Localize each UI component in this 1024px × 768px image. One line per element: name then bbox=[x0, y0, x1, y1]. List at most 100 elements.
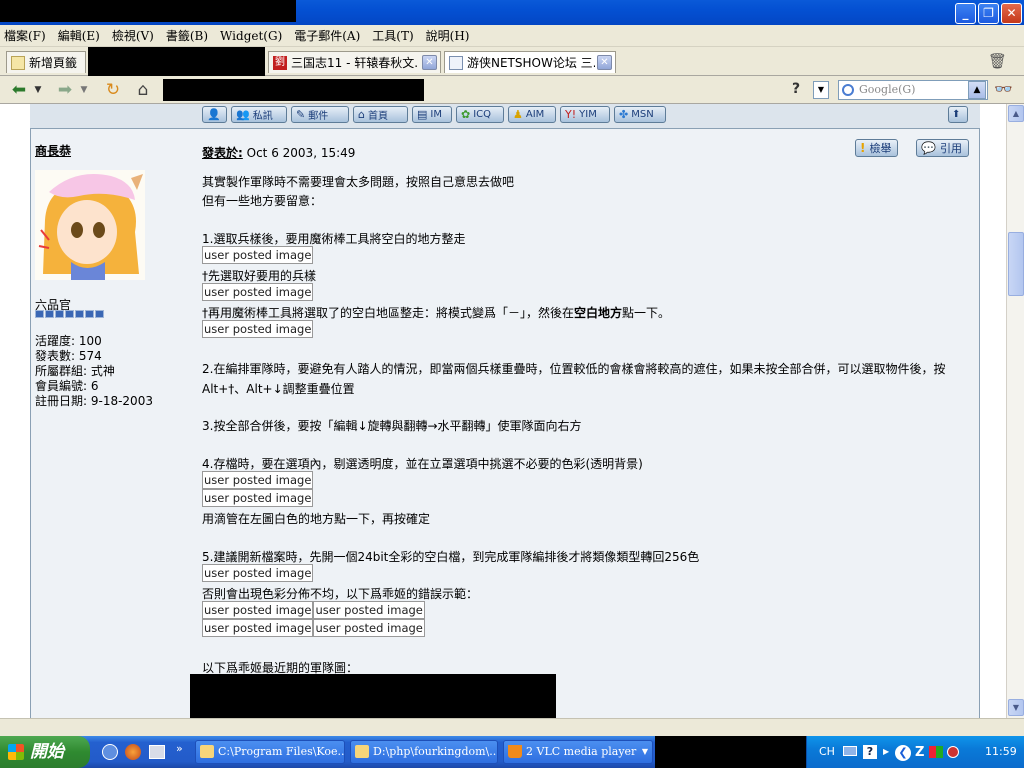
vlc-icon bbox=[508, 745, 522, 758]
rank-pip bbox=[75, 310, 84, 318]
posted-image[interactable]: user posted image bbox=[202, 320, 314, 338]
help-icon[interactable]: ? bbox=[786, 81, 806, 99]
aim-icon: ♟ bbox=[513, 108, 523, 121]
forward-arrow-icon[interactable]: ➡ bbox=[54, 79, 76, 101]
menu-file[interactable]: 檔案(F) bbox=[4, 27, 46, 44]
profile-button[interactable]: 👤 bbox=[202, 106, 227, 123]
taskbar-item-folder-php[interactable]: D:\php\fourkingdom\... bbox=[350, 740, 498, 764]
house-icon: ⌂ bbox=[358, 108, 365, 121]
close-tab-icon[interactable]: ✕ bbox=[422, 55, 437, 70]
vertical-scrollbar[interactable]: ▲ ▼ bbox=[1006, 104, 1024, 718]
rank-pip bbox=[55, 310, 64, 318]
close-button[interactable]: ✕ bbox=[1001, 3, 1022, 24]
up-arrow-icon: ⬆ bbox=[952, 109, 961, 120]
firefox-icon[interactable] bbox=[125, 744, 141, 760]
menu-bookmarks[interactable]: 書籤(B) bbox=[166, 27, 208, 44]
posted-image[interactable]: user posted image bbox=[202, 471, 314, 489]
app-tray-icon-2[interactable] bbox=[947, 746, 959, 758]
msn-label: MSN bbox=[631, 109, 654, 120]
email-button[interactable]: ✎ 郵件 bbox=[291, 106, 349, 123]
scroll-up-icon[interactable]: ▲ bbox=[1008, 105, 1024, 122]
back-circle-icon[interactable]: ❮ bbox=[895, 745, 911, 761]
tab-label: 三国志11 - 轩辕春秋文... bbox=[291, 56, 419, 70]
menu-tools[interactable]: 工具(T) bbox=[372, 27, 413, 44]
search-go-icon[interactable]: ▲ bbox=[968, 81, 986, 99]
tab-sanguozhi[interactable]: 劉 三国志11 - 轩辕春秋文... ✕ bbox=[268, 51, 441, 73]
homepage-button[interactable]: ⌂ 首頁 bbox=[353, 106, 408, 123]
im-icon: ▤ bbox=[417, 108, 428, 121]
glasses-icon[interactable]: 👓 bbox=[994, 80, 1013, 98]
navigation-bar: ⬅ ▼ ➡ ▼ ↻ ⌂ ? ▼ Google(G) ▲ 👓 bbox=[0, 76, 1024, 104]
desktop-icon[interactable] bbox=[149, 745, 165, 759]
posted-image[interactable]: user posted image bbox=[313, 619, 425, 637]
post-bold-text: 空白地方 bbox=[574, 306, 623, 320]
menu-help[interactable]: 說明(H) bbox=[426, 27, 470, 44]
back-arrow-icon[interactable]: ⬅ bbox=[8, 79, 30, 101]
icq-button[interactable]: ✿ ICQ bbox=[456, 106, 504, 123]
tab-new[interactable]: 新增頁籤 bbox=[6, 51, 86, 73]
scroll-thumb[interactable] bbox=[1008, 232, 1024, 296]
home-icon[interactable]: ⌂ bbox=[132, 79, 154, 101]
posted-image[interactable]: user posted image bbox=[313, 601, 425, 619]
post-author[interactable]: 商長恭 bbox=[35, 142, 71, 159]
post-container bbox=[30, 104, 980, 718]
pm-button[interactable]: 👥 私訊 bbox=[231, 106, 287, 123]
email-label: 郵件 bbox=[308, 111, 329, 122]
post-line: 否則會出現色彩分佈不均，以下爲乖姬的錯誤示範： bbox=[202, 587, 479, 601]
language-indicator[interactable]: CH bbox=[819, 745, 835, 758]
folder-icon bbox=[355, 745, 369, 758]
tab-bar: 新增頁籤 劉 三国志11 - 轩辕春秋文... ✕ 游侠NETSHOW论坛 三.… bbox=[0, 47, 1024, 76]
redacted-address-bar[interactable] bbox=[163, 79, 424, 101]
help-icon[interactable]: ? bbox=[863, 745, 877, 759]
im-label: IM bbox=[430, 109, 442, 120]
quicklaunch-more-icon[interactable]: » bbox=[176, 742, 183, 755]
app-tray-icon[interactable] bbox=[929, 746, 943, 758]
page-icon bbox=[11, 55, 25, 70]
redacted-image bbox=[190, 674, 556, 718]
yim-button[interactable]: Y! YIM bbox=[560, 106, 610, 123]
forward-dropdown-icon[interactable]: ▼ bbox=[77, 79, 91, 101]
menu-view[interactable]: 檢視(V) bbox=[112, 27, 154, 44]
posted-image[interactable]: user posted image bbox=[202, 246, 314, 264]
taskbar-item-folder-koei[interactable]: C:\Program Files\Koe... bbox=[195, 740, 345, 764]
scroll-top-button[interactable]: ⬆ bbox=[948, 106, 968, 123]
rank-pip bbox=[35, 310, 44, 318]
reload-icon[interactable]: ↻ bbox=[102, 79, 124, 101]
posted-image[interactable]: user posted image bbox=[202, 283, 314, 301]
menu-email[interactable]: 電子郵件(A) bbox=[294, 27, 360, 44]
back-dropdown-icon[interactable]: ▼ bbox=[31, 79, 45, 101]
msn-button[interactable]: ✤ MSN bbox=[614, 106, 666, 123]
menu-widget[interactable]: Widget(G) bbox=[220, 29, 282, 43]
address-dropdown-icon[interactable]: ▼ bbox=[813, 81, 829, 99]
trash-icon[interactable]: 🗑 bbox=[988, 52, 1007, 70]
posted-image[interactable]: user posted image bbox=[202, 601, 314, 619]
ie-icon[interactable] bbox=[102, 744, 118, 760]
aim-button[interactable]: ♟ AIM bbox=[508, 106, 556, 123]
scroll-down-icon[interactable]: ▼ bbox=[1008, 699, 1024, 716]
start-label: 開始 bbox=[30, 742, 64, 762]
close-tab-icon[interactable]: ✕ bbox=[597, 55, 612, 70]
taskbar-item-vlc[interactable]: 2 VLC media player ▼ bbox=[503, 740, 653, 764]
tab-netshow[interactable]: 游侠NETSHOW论坛 三... ✕ bbox=[444, 51, 616, 73]
restore-button[interactable]: ❐ bbox=[978, 3, 999, 24]
search-input[interactable]: Google(G) bbox=[838, 80, 988, 100]
windows-flag-icon bbox=[8, 744, 24, 760]
quote-button[interactable]: 💬 引用 bbox=[916, 139, 969, 157]
start-button[interactable]: 開始 bbox=[0, 736, 90, 768]
posted-image[interactable]: user posted image bbox=[202, 564, 314, 582]
pen-icon: ✎ bbox=[296, 108, 306, 121]
minimize-button[interactable]: _ bbox=[955, 3, 976, 24]
im-button[interactable]: ▤ IM bbox=[412, 106, 452, 123]
posted-image[interactable]: user posted image bbox=[202, 619, 314, 637]
keyboard-icon[interactable] bbox=[843, 746, 857, 756]
tray-arrow-icon[interactable]: ▶ bbox=[883, 747, 889, 756]
zonealarm-icon[interactable]: Z bbox=[915, 745, 924, 760]
posted-image[interactable]: user posted image bbox=[202, 489, 314, 507]
speech-bubble-icon: 💬 bbox=[921, 141, 936, 155]
menu-edit[interactable]: 編輯(E) bbox=[58, 27, 100, 44]
clock[interactable]: 11:59 bbox=[985, 745, 1017, 758]
exclamation-icon: ! bbox=[860, 141, 866, 155]
rank-pip bbox=[85, 310, 94, 318]
report-button[interactable]: ! 檢舉 bbox=[855, 139, 899, 157]
group-dropdown-icon: ▼ bbox=[641, 747, 648, 756]
